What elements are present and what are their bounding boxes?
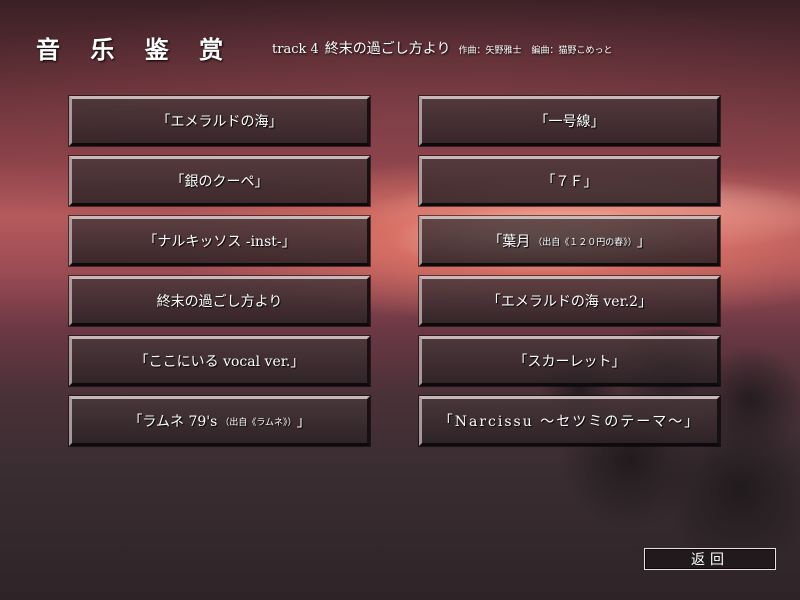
- track-button-12[interactable]: 「Narcissu 〜セツミのテーマ〜」: [419, 396, 720, 446]
- track-label: 「エメラルドの海 ver.2」: [486, 294, 653, 310]
- track-label: 「ここにいる vocal ver.」: [134, 354, 305, 370]
- track-button-4[interactable]: 「７Ｆ」: [419, 156, 720, 206]
- track-label: 「７Ｆ」: [541, 174, 598, 190]
- track-label: 「ラムネ 79's: [128, 414, 218, 430]
- track-label: 「一号線」: [534, 114, 605, 130]
- track-button-6[interactable]: 「葉月 （出自《１２０円の春》）」: [419, 216, 720, 266]
- track-button-1[interactable]: 「エメラルドの海」: [69, 96, 370, 146]
- track-label-close: 」: [636, 234, 651, 250]
- now-playing-info: track 4 終末の過ごし方より 作曲：矢野雅士 編曲：猫野こめっと: [272, 38, 623, 58]
- back-button[interactable]: 返回: [644, 548, 776, 570]
- track-label: 「ナルキッソス -inst-」: [143, 234, 296, 250]
- screen-title: 音 乐 鉴 赏: [36, 35, 235, 64]
- track-button-2[interactable]: 「一号線」: [419, 96, 720, 146]
- track-button-3[interactable]: 「銀のクーペ」: [69, 156, 370, 206]
- track-number-label: track 4: [272, 42, 319, 57]
- track-label-close: 」: [296, 414, 311, 430]
- track-button-7[interactable]: 終末の過ごし方より: [69, 276, 370, 326]
- track-label: 「エメラルドの海」: [156, 114, 283, 130]
- arranger-credit: 編曲：猫野こめっと: [531, 46, 613, 56]
- now-playing-title: 終末の過ごし方より: [324, 41, 451, 57]
- track-label: 終末の過ごし方より: [156, 294, 283, 310]
- track-label: 「スカーレット」: [513, 354, 626, 370]
- composer-credit: 作曲：矢野雅士: [458, 46, 522, 56]
- track-label: 「Narcissu 〜セツミのテーマ〜」: [438, 414, 701, 430]
- track-button-11[interactable]: 「ラムネ 79's （出自《ラムネ》）」: [69, 396, 370, 446]
- track-source-note: （出自《１２０円の春》）: [533, 237, 637, 248]
- track-button-9[interactable]: 「ここにいる vocal ver.」: [69, 336, 370, 386]
- track-button-5[interactable]: 「ナルキッソス -inst-」: [69, 216, 370, 266]
- track-label: 「葉月: [488, 234, 531, 250]
- track-source-note: （出自《ラムネ》）: [220, 417, 297, 428]
- music-appreciation-screen: 音 乐 鉴 赏 track 4 終末の過ごし方より 作曲：矢野雅士 編曲：猫野こ…: [0, 0, 800, 600]
- track-button-8[interactable]: 「エメラルドの海 ver.2」: [419, 276, 720, 326]
- track-button-10[interactable]: 「スカーレット」: [419, 336, 720, 386]
- track-label: 「銀のクーペ」: [170, 174, 269, 190]
